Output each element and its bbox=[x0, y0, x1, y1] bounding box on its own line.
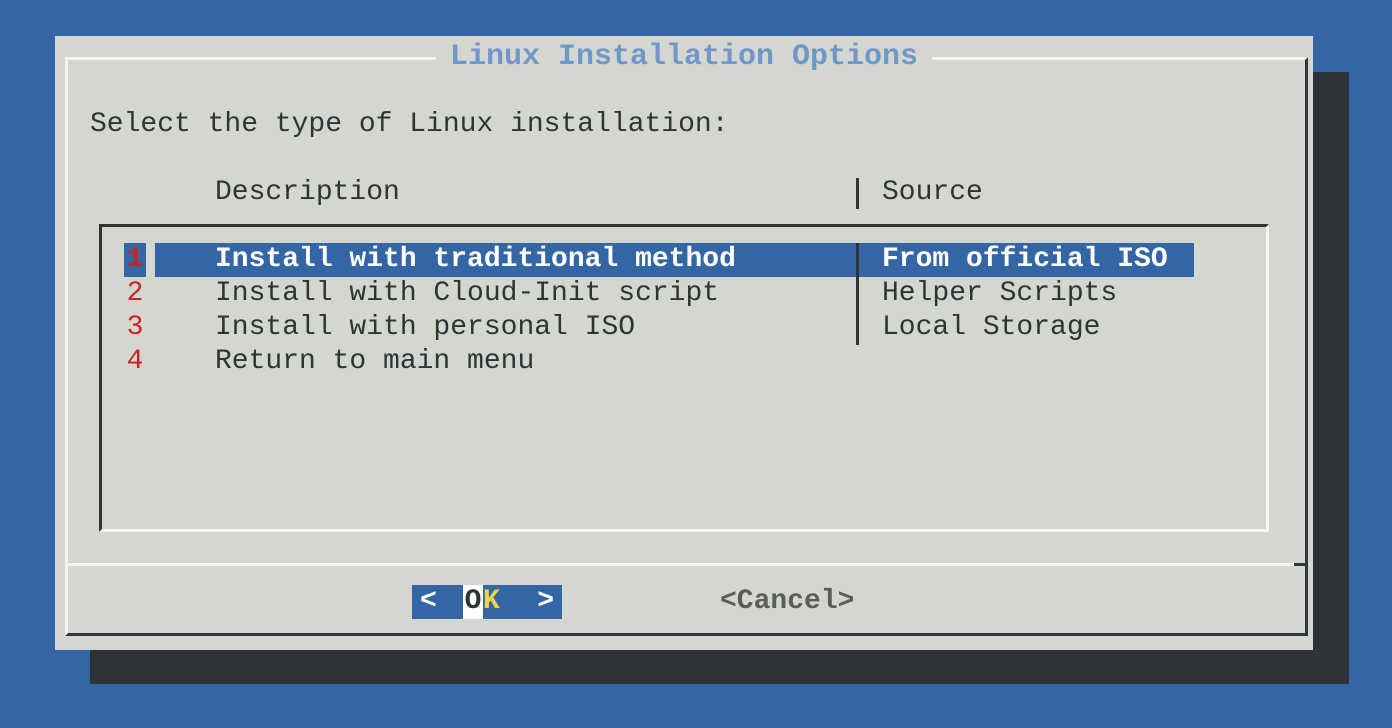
column-separator-line bbox=[856, 311, 859, 345]
separator-dark-end bbox=[1294, 563, 1308, 566]
ok-button-cursor-char: O bbox=[463, 585, 483, 619]
dialog-prompt: Select the type of Linux installation: bbox=[90, 108, 729, 142]
menu-item-3[interactable]: 3 Install with personal ISO Local Storag… bbox=[102, 311, 1266, 345]
terminal-screen: Linux Installation Options Select the ty… bbox=[0, 0, 1392, 728]
menu-item-source: Helper Scripts bbox=[882, 277, 1117, 311]
column-header-description: Description bbox=[215, 176, 400, 210]
button-row-separator bbox=[65, 563, 1308, 566]
menu-item-source: Local Storage bbox=[882, 311, 1100, 345]
menu-item-tag: 2 bbox=[124, 277, 146, 311]
ok-button[interactable]: < O K > bbox=[412, 585, 562, 619]
column-separator-line bbox=[856, 243, 859, 277]
ok-button-open-bracket: < bbox=[420, 585, 437, 619]
menu-listbox: 1 Install with traditional method From o… bbox=[99, 224, 1269, 532]
menu-item-tag: 3 bbox=[124, 311, 146, 345]
column-separator-line bbox=[856, 277, 859, 311]
menu-item-description: Return to main menu bbox=[215, 345, 534, 379]
ok-button-hotkey-char: K bbox=[483, 585, 500, 619]
menu-item-description: Install with personal ISO bbox=[215, 311, 635, 345]
menu-item-tag: 1 bbox=[124, 243, 146, 277]
installation-options-dialog: Linux Installation Options Select the ty… bbox=[55, 36, 1313, 650]
menu-item-description: Install with traditional method bbox=[215, 243, 736, 277]
menu-item-4[interactable]: 4 Return to main menu bbox=[102, 345, 1266, 379]
column-separator-line bbox=[856, 178, 859, 209]
menu-item-2[interactable]: 2 Install with Cloud-Init script Helper … bbox=[102, 277, 1266, 311]
column-header-source: Source bbox=[882, 176, 983, 210]
menu-item-description: Install with Cloud-Init script bbox=[215, 277, 719, 311]
menu-item-tag: 4 bbox=[124, 345, 146, 379]
menu-item-source: From official ISO bbox=[882, 243, 1168, 277]
dialog-title: Linux Installation Options bbox=[436, 40, 932, 74]
ok-button-close-bracket: > bbox=[537, 585, 554, 619]
menu-rows: 1 Install with traditional method From o… bbox=[102, 243, 1266, 379]
menu-item-1[interactable]: 1 Install with traditional method From o… bbox=[102, 243, 1266, 277]
cancel-button[interactable]: <Cancel> bbox=[720, 585, 854, 619]
